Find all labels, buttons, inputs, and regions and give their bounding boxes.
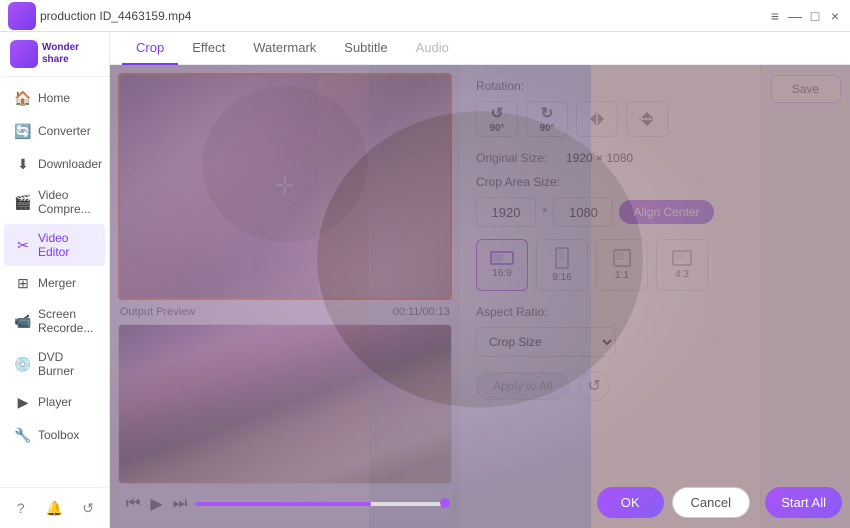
sidebar-label-converter: Converter [38, 124, 91, 138]
notifications-button[interactable]: 🔔 [42, 496, 66, 520]
logo-icon [10, 40, 38, 68]
title-bar: production ID_4463159.mp4 ≡ — □ × [0, 0, 850, 32]
sidebar-item-screen-recorder[interactable]: 📹 Screen Recorde... [4, 300, 105, 342]
sidebar-item-home[interactable]: 🏠 Home [4, 82, 105, 114]
refresh-button[interactable]: ↺ [76, 496, 100, 520]
cancel-button[interactable]: Cancel [672, 487, 750, 518]
sidebar-label-downloader: Downloader [38, 157, 102, 171]
window-title: production ID_4463159.mp4 [40, 9, 768, 23]
sidebar-item-dvd-burner[interactable]: 💿 DVD Burner [4, 343, 105, 385]
tab-crop[interactable]: Crop [122, 32, 178, 65]
minimize-button[interactable]: — [788, 9, 802, 23]
sidebar-label-toolbox: Toolbox [38, 428, 79, 442]
editor-layout: ✛ Output Preview 00:11/00:13 [110, 65, 850, 528]
sidebar-label-video-editor: Video Editor [38, 231, 95, 259]
help-button[interactable]: ? [9, 496, 33, 520]
sidebar-item-downloader[interactable]: ⬇ Downloader [4, 148, 105, 180]
app-logo-icon [8, 2, 36, 30]
tabs-bar: Crop Effect Watermark Subtitle Audio [110, 32, 850, 65]
home-icon: 🏠 [14, 89, 32, 107]
progress-thumb [440, 498, 450, 508]
sidebar-item-video-editor[interactable]: ✂ Video Editor [4, 224, 105, 266]
video-frame-bottom [119, 325, 451, 483]
screen-recorder-icon: 📹 [14, 312, 32, 330]
sidebar-label-dvd-burner: DVD Burner [38, 350, 95, 378]
hamburger-icon[interactable]: ≡ [768, 9, 782, 23]
sidebar: Wondershare 🏠 Home 🔄 Converter ⬇ Downloa… [0, 32, 110, 528]
progress-fill [195, 502, 371, 506]
main-layout: Wondershare 🏠 Home 🔄 Converter ⬇ Downloa… [0, 32, 850, 528]
progress-bar[interactable] [195, 502, 446, 506]
close-button[interactable]: × [828, 9, 842, 23]
tab-audio: Audio [402, 32, 463, 65]
window-controls: ≡ — □ × [768, 9, 842, 23]
player-icon: ▶ [14, 393, 32, 411]
sidebar-label-home: Home [38, 91, 70, 105]
sidebar-item-toolbox[interactable]: 🔧 Toolbox [4, 419, 105, 451]
sidebar-label-screen-recorder: Screen Recorde... [38, 307, 95, 335]
start-all-button[interactable]: Start All [765, 487, 842, 518]
merger-icon: ⊞ [14, 274, 32, 292]
downloader-icon: ⬇ [14, 155, 32, 173]
tab-subtitle[interactable]: Subtitle [330, 32, 401, 65]
video-editor-icon: ✂ [14, 236, 32, 254]
sidebar-label-player: Player [38, 395, 72, 409]
toolbox-icon: 🔧 [14, 426, 32, 444]
sidebar-logo: Wondershare [0, 32, 109, 77]
sidebar-item-converter[interactable]: 🔄 Converter [4, 115, 105, 147]
bottom-bar: OK Cancel [597, 487, 750, 518]
video-preview-bottom [118, 324, 452, 484]
sidebar-item-player[interactable]: ▶ Player [4, 386, 105, 418]
maximize-button[interactable]: □ [808, 9, 822, 23]
sidebar-item-merger[interactable]: ⊞ Merger [4, 267, 105, 299]
dvd-burner-icon: 💿 [14, 355, 32, 373]
sidebar-item-video-compressor[interactable]: 🎬 Video Compre... [4, 181, 105, 223]
sidebar-label-video-compressor: Video Compre... [38, 188, 95, 216]
sidebar-items: 🏠 Home 🔄 Converter ⬇ Downloader 🎬 Video … [0, 77, 109, 487]
tab-effect[interactable]: Effect [178, 32, 239, 65]
video-section: ✛ Output Preview 00:11/00:13 [110, 65, 460, 528]
content-area: Crop Effect Watermark Subtitle Audio [110, 32, 850, 528]
ok-button[interactable]: OK [597, 487, 664, 518]
sidebar-label-merger: Merger [38, 276, 76, 290]
sidebar-bottom: ? 🔔 ↺ [0, 487, 109, 528]
tab-watermark[interactable]: Watermark [239, 32, 330, 65]
video-compressor-icon: 🎬 [14, 193, 32, 211]
converter-icon: 🔄 [14, 122, 32, 140]
logo-text: Wondershare [42, 42, 79, 66]
